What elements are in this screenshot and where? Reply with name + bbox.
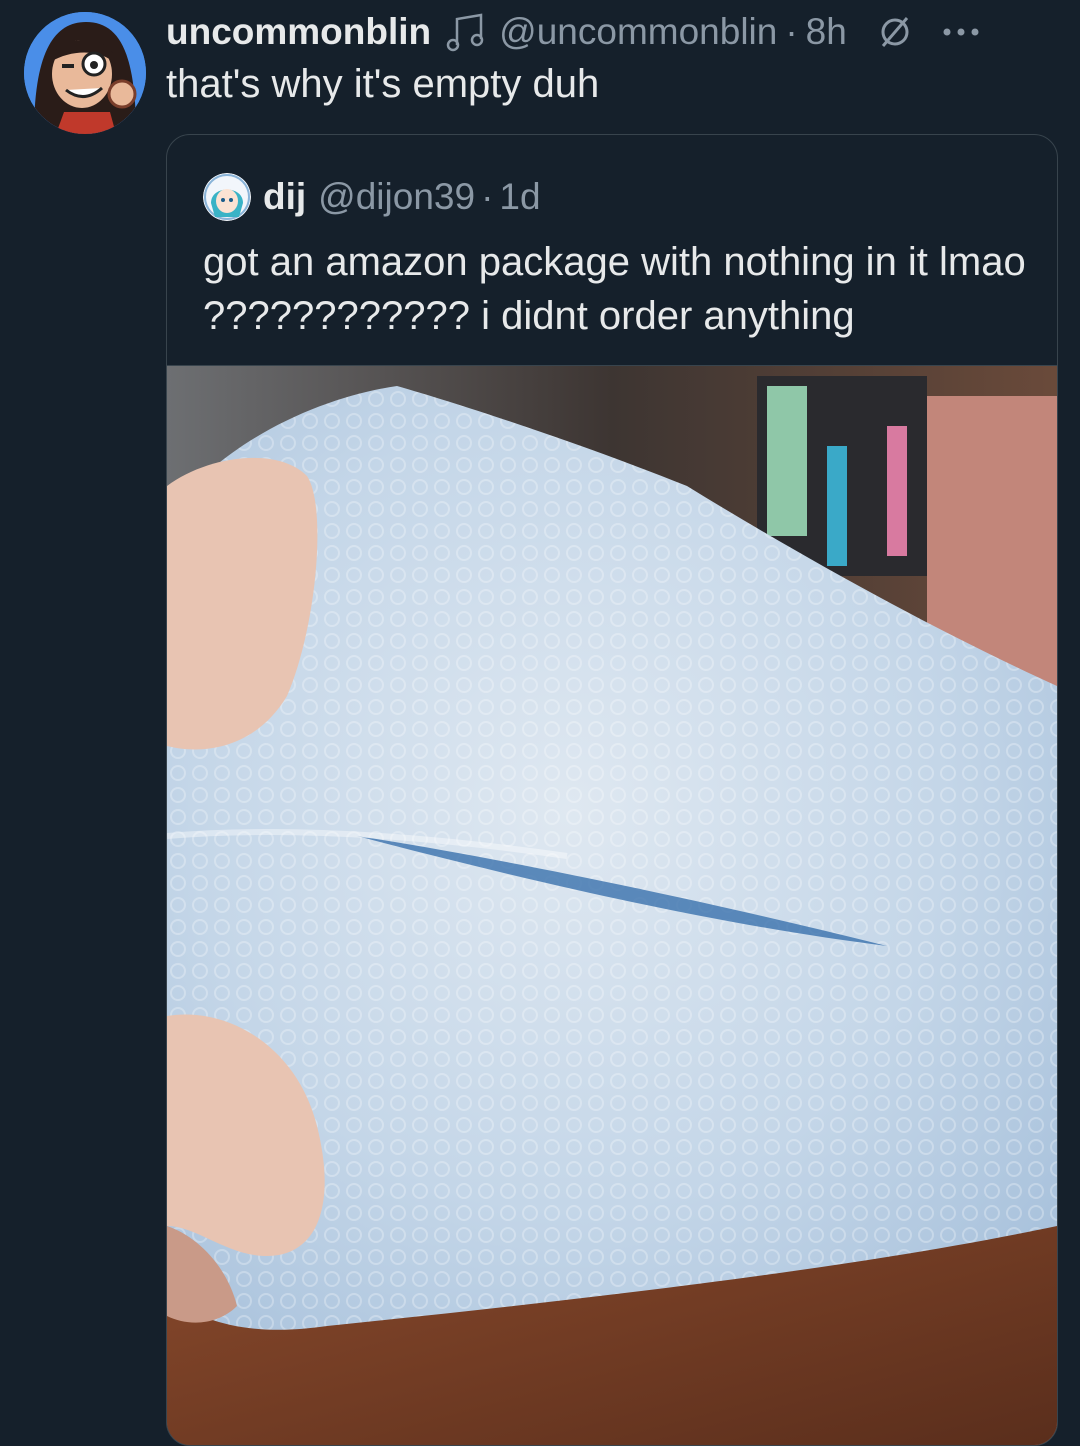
quoted-tweet-text: got an amazon package with nothing in it… <box>203 240 1026 338</box>
separator-dot: · <box>481 176 494 217</box>
tweet-header: uncommonblin @uncommonblin · 8h <box>166 10 1060 54</box>
quoted-author-avatar[interactable] <box>203 173 251 221</box>
null-symbol-icon <box>881 17 909 47</box>
quoted-author-handle[interactable]: @dijon39 <box>318 176 475 218</box>
author-avatar[interactable] <box>24 12 146 134</box>
author-handle[interactable]: @uncommonblin <box>499 11 777 53</box>
tweet-text: that's why it's empty duh <box>166 62 600 106</box>
quoted-author-display-name[interactable]: dij <box>263 176 306 218</box>
avatar-illustration <box>24 12 146 134</box>
author-display-name[interactable]: uncommonblin <box>166 11 431 53</box>
music-note-icon <box>446 13 484 52</box>
ellipsis-icon[interactable] <box>941 26 981 38</box>
quoted-tweet-header: dij @dijon39 · 1d <box>203 173 541 221</box>
quoted-tweet-card[interactable]: dij @dijon39 · 1d got an amazon package … <box>166 134 1058 1446</box>
separator-dot: · <box>785 11 798 52</box>
tweet-time[interactable]: 8h <box>806 11 847 53</box>
quoted-tweet-time[interactable]: 1d <box>499 176 540 218</box>
quoted-tweet-photo[interactable] <box>167 365 1057 1446</box>
